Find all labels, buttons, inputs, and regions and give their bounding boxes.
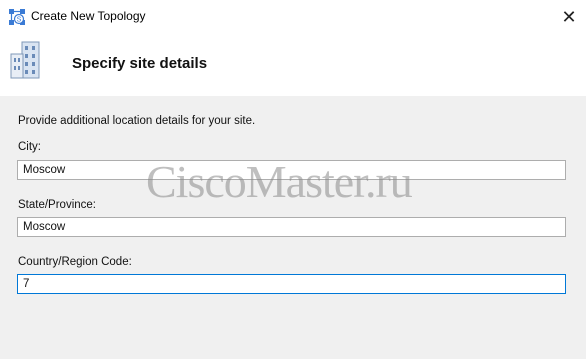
country-label: Country/Region Code: <box>18 256 132 268</box>
city-label: City: <box>18 141 41 153</box>
state-field[interactable] <box>17 217 566 237</box>
city-field[interactable] <box>17 160 566 180</box>
state-label: State/Province: <box>18 199 96 211</box>
close-icon[interactable]: ✕ <box>552 0 586 33</box>
page-title: Specify site details <box>72 55 208 72</box>
title-bar: S Create New Topology ✕ <box>0 0 586 33</box>
svg-text:S: S <box>17 17 22 24</box>
building-icon <box>10 41 40 79</box>
wizard-header: Specify site details <box>0 33 586 96</box>
form-description: Provide additional location details for … <box>18 115 256 127</box>
window-title: Create New Topology <box>31 9 146 23</box>
topology-icon: S <box>9 9 25 25</box>
country-code-field[interactable] <box>17 274 566 294</box>
form-area: Provide additional location details for … <box>0 96 586 359</box>
